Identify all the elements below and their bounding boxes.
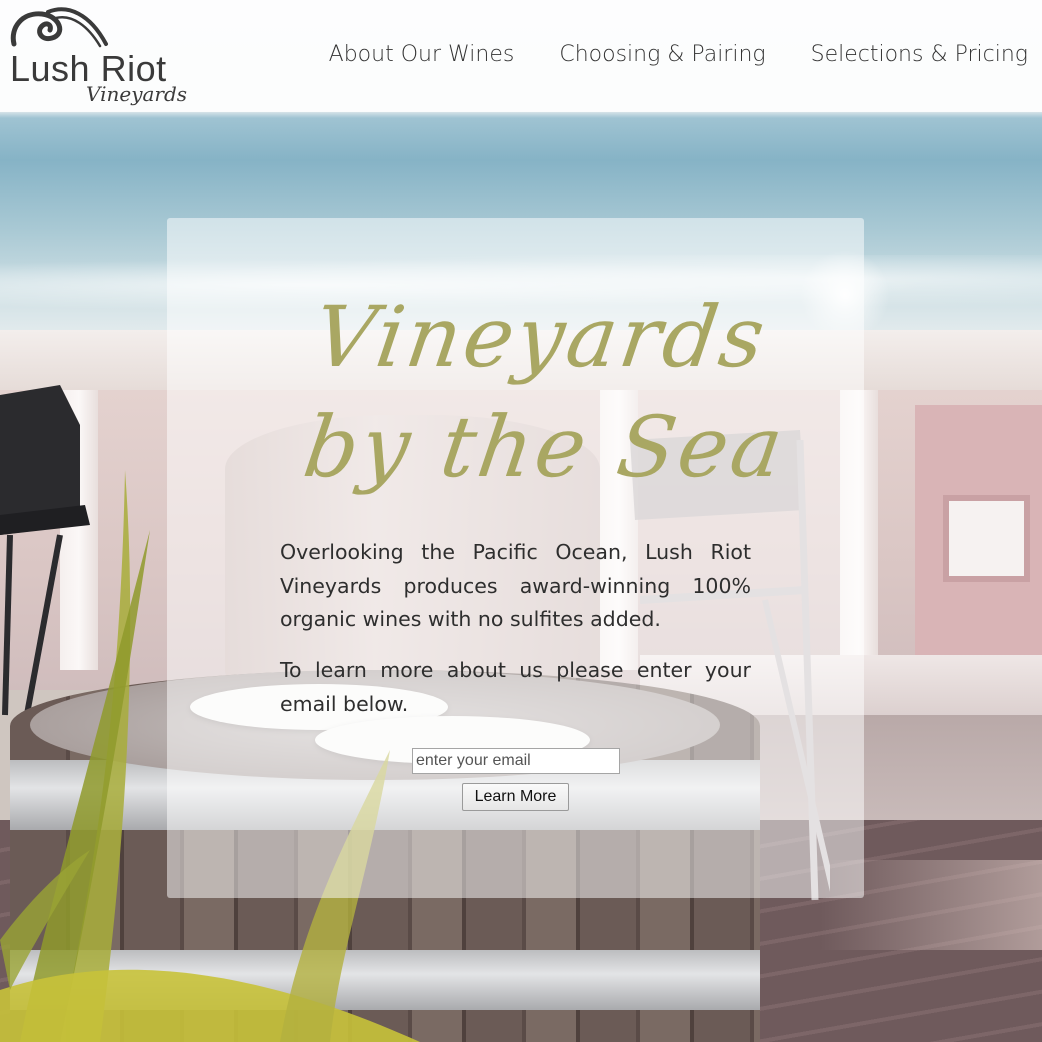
brand-subname: Vineyards [86, 82, 188, 106]
swirl-wave-icon [10, 7, 108, 48]
main-nav: About Our Wines Choosing & Pairing Selec… [329, 42, 1028, 67]
nav-item-choosing-pairing[interactable]: Choosing & Pairing [559, 42, 765, 67]
hero-title-line-1: Vineyards [308, 288, 774, 386]
nav-item-selections-pricing[interactable]: Selections & Pricing [811, 42, 1028, 67]
hero-cta-text: To learn more about us please enter your… [280, 658, 751, 716]
wall-window [943, 495, 1030, 582]
page: Lush Riot Vineyards About Our Wines Choo… [0, 0, 1042, 1042]
email-input[interactable] [412, 748, 620, 774]
nav-item-about-our-wines[interactable]: About Our Wines [329, 42, 515, 67]
learn-more-button[interactable]: Learn More [462, 783, 569, 811]
hero-description: Overlooking the Pacific Ocean, Lush Riot… [280, 540, 751, 631]
hero-panel: Vineyards by the Sea Overlooking the Pac… [167, 218, 864, 898]
hero-title-line-2: by the Sea [298, 398, 792, 496]
site-header: Lush Riot Vineyards About Our Wines Choo… [0, 0, 1042, 112]
brand-logo[interactable]: Lush Riot Vineyards [8, 4, 193, 108]
